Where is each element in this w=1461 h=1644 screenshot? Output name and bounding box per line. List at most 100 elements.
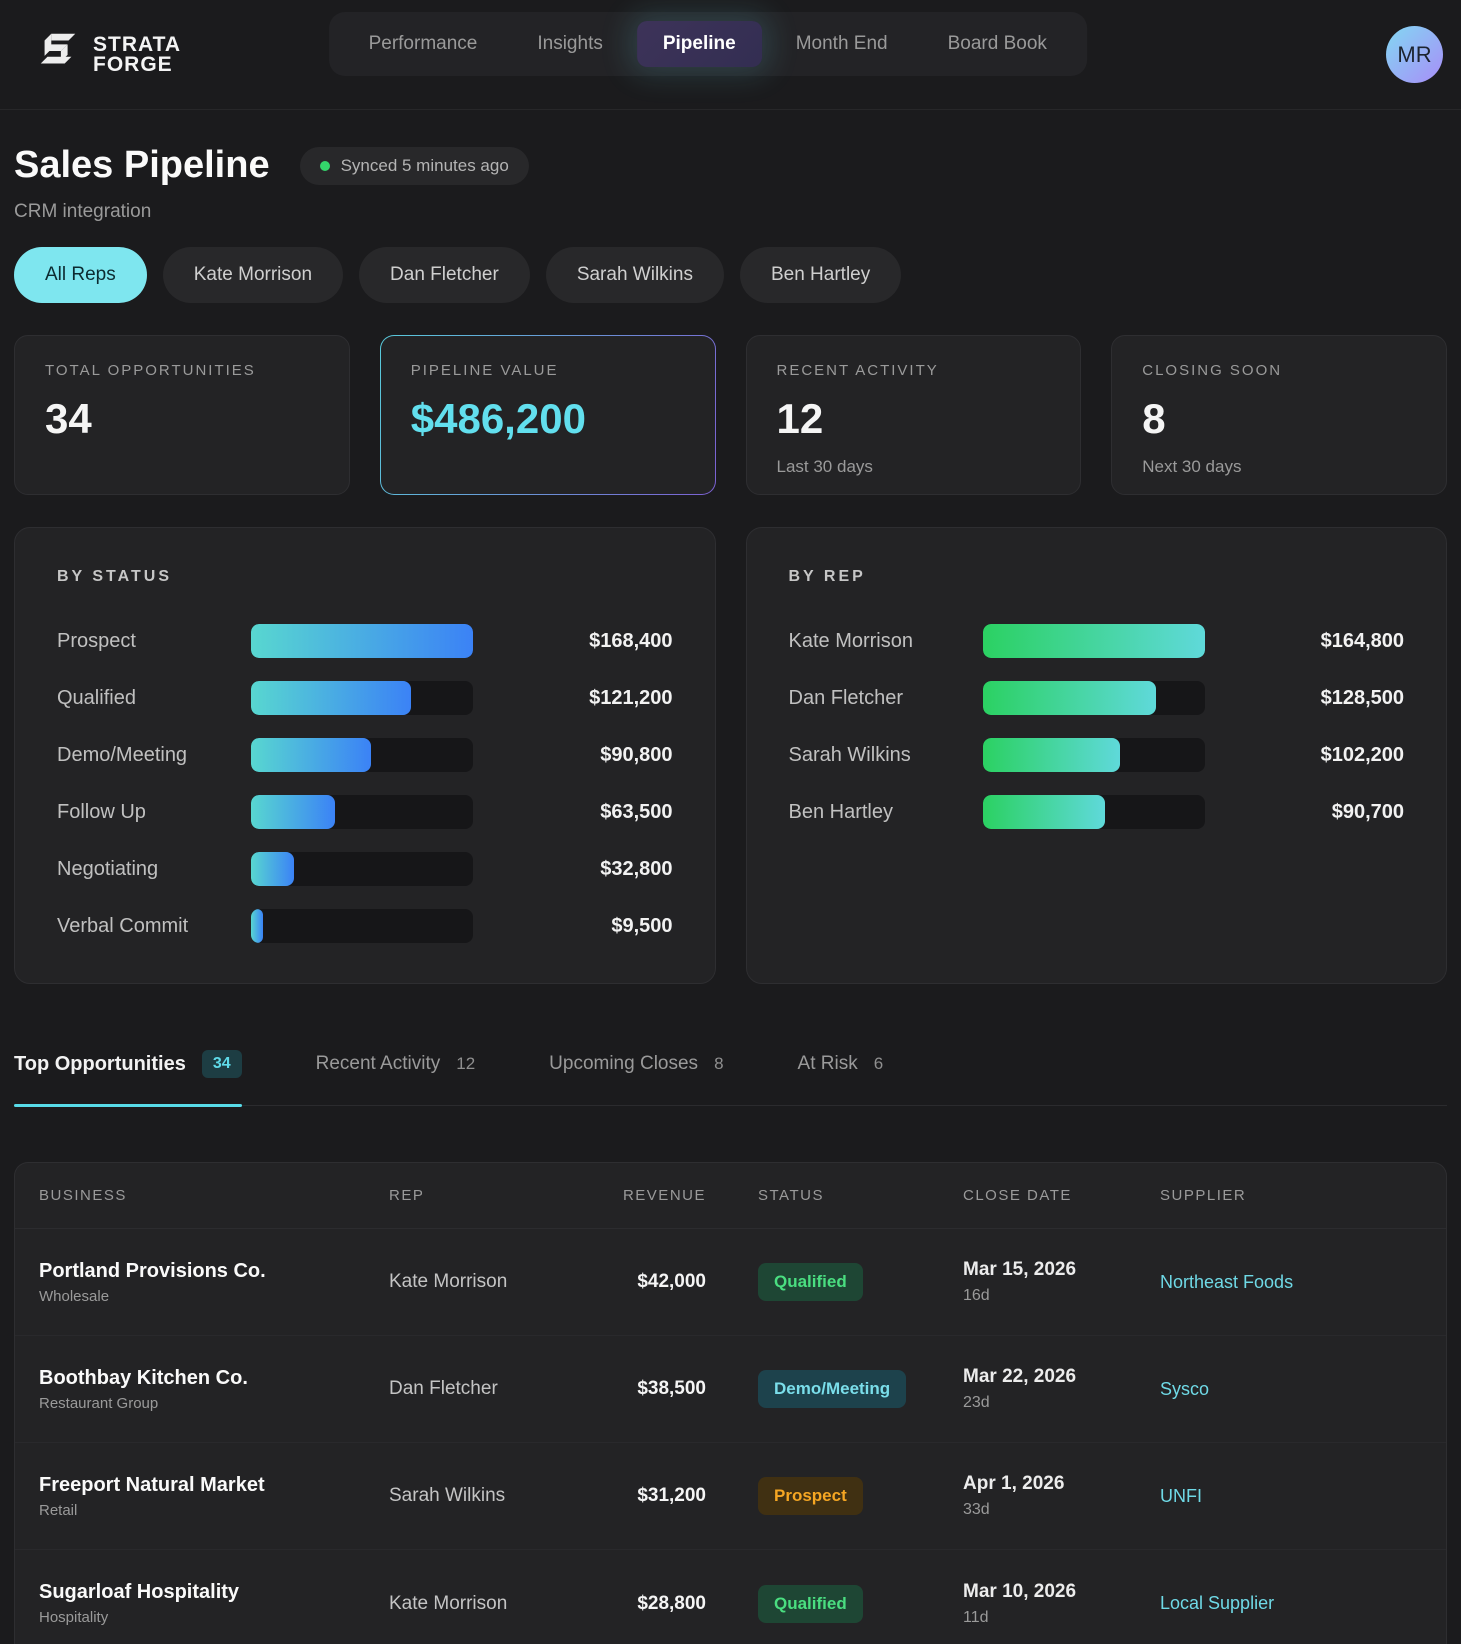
status-badge: Qualified (758, 1584, 863, 1623)
status-row-follow-up: Follow Up $63,500 (57, 795, 673, 829)
rep-label: Sarah Wilkins (788, 743, 911, 766)
business-name: Sugarloaf Hospitality (39, 1581, 240, 1603)
filter-chip-dan-fletcher[interactable]: Dan Fletcher (359, 247, 530, 303)
page-subtitle: CRM integration (14, 201, 152, 222)
days-remaining: 11d (963, 1608, 989, 1626)
nav-tab-performance[interactable]: Performance (343, 21, 504, 67)
rep-filter-group: All Reps Kate Morrison Dan Fletcher Sara… (14, 247, 1447, 303)
stat-sublabel: Next 30 days (1142, 457, 1242, 476)
rep-name: Dan Fletcher (389, 1378, 498, 1399)
rep-row-sarah-wilkins: Sarah Wilkins $102,200 (788, 738, 1404, 772)
rep-name: Sarah Wilkins (389, 1485, 506, 1506)
table-row-boothbay-kitchen[interactable]: Boothbay Kitchen Co. Restaurant Group Da… (15, 1336, 1446, 1443)
filter-chip-kate-morrison[interactable]: Kate Morrison (162, 247, 344, 303)
status-bar-track (251, 681, 473, 715)
revenue-value: $42,000 (637, 1271, 706, 1292)
status-bar (251, 624, 473, 658)
tab-label: Upcoming Closes (549, 1053, 699, 1074)
revenue-value: $31,200 (637, 1485, 706, 1506)
business-category: Restaurant Group (39, 1394, 159, 1412)
status-bar (251, 738, 371, 772)
status-row-qualified: Qualified $121,200 (57, 681, 673, 715)
user-avatar[interactable]: MR (1386, 26, 1443, 83)
supplier-link[interactable]: Sysco (1160, 1379, 1209, 1400)
tab-label: At Risk (797, 1053, 858, 1074)
rep-value: $90,700 (1331, 800, 1404, 823)
status-label: Prospect (57, 629, 136, 652)
tab-count: 6 (873, 1054, 884, 1073)
status-badge: Demo/Meeting (758, 1370, 907, 1408)
rep-label: Kate Morrison (788, 629, 914, 652)
status-label: Qualified (57, 686, 136, 709)
status-value: $9,500 (611, 914, 673, 937)
table-header-row: BUSINESS REP REVENUE STATUS CLOSE DATE S… (15, 1163, 1446, 1229)
tab-count-badge: 34 (201, 1050, 242, 1078)
filter-chip-sarah-wilkins[interactable]: Sarah Wilkins (545, 247, 724, 303)
rep-label: Ben Hartley (788, 800, 894, 823)
by-status-panel: BY STATUS Prospect $168,400 Qualified $1… (14, 527, 716, 984)
tab-top-opportunities[interactable]: Top Opportunities 34 (14, 1032, 242, 1107)
rep-bar-track (982, 738, 1205, 772)
column-header-supplier: SUPPLIER (1160, 1187, 1247, 1204)
business-category: Retail (39, 1501, 78, 1519)
days-remaining: 16d (963, 1287, 990, 1304)
table-row-sugarloaf-hospitality[interactable]: Sugarloaf Hospitality Hospitality Kate M… (15, 1550, 1446, 1644)
revenue-value: $38,500 (637, 1378, 706, 1399)
tab-at-risk[interactable]: At Risk 6 (798, 1032, 884, 1105)
tab-upcoming-closes[interactable]: Upcoming Closes 8 (549, 1032, 723, 1105)
tab-label: Top Opportunities (14, 1052, 186, 1075)
rep-bar-track (982, 795, 1205, 829)
rep-bar (982, 624, 1205, 658)
table-row-portland-provisions[interactable]: Portland Provisions Co. Wholesale Kate M… (15, 1229, 1446, 1336)
nav-tab-month-end[interactable]: Month End (770, 21, 914, 67)
business-category: Wholesale (39, 1287, 110, 1305)
days-remaining: 23d (963, 1394, 990, 1411)
days-remaining: 33d (963, 1501, 990, 1518)
rep-label: Dan Fletcher (788, 686, 904, 709)
rep-row-dan-fletcher: Dan Fletcher $128,500 (788, 681, 1404, 715)
status-row-prospect: Prospect $168,400 (57, 624, 673, 658)
supplier-link[interactable]: UNFI (1160, 1486, 1202, 1507)
status-label: Negotiating (57, 857, 159, 880)
business-name: Boothbay Kitchen Co. (39, 1366, 248, 1389)
business-name: Freeport Natural Market (39, 1473, 265, 1496)
tab-recent-activity[interactable]: Recent Activity 12 (316, 1032, 476, 1105)
close-date: Apr 1, 2026 (963, 1473, 1065, 1494)
status-bar-track (251, 795, 473, 829)
supplier-link[interactable]: Local Supplier (1160, 1593, 1274, 1614)
stat-label: PIPELINE VALUE (410, 362, 559, 379)
column-header-revenue: REVENUE (622, 1187, 706, 1204)
filter-chip-all-reps[interactable]: All Reps (14, 247, 147, 303)
revenue-value: $28,800 (637, 1592, 706, 1614)
rep-value: $102,200 (1320, 743, 1404, 766)
nav-tab-pipeline[interactable]: Pipeline (636, 21, 762, 67)
strataforge-logo-icon (35, 29, 81, 80)
status-bar (251, 681, 411, 715)
rep-row-ben-hartley: Ben Hartley $90,700 (788, 795, 1404, 829)
sync-status-badge: Synced 5 minutes ago (299, 146, 529, 185)
main-nav: Performance Insights Pipeline Month End … (328, 12, 1087, 76)
status-bar-track (251, 852, 473, 886)
supplier-link[interactable]: Northeast Foods (1160, 1272, 1293, 1293)
status-value: $168,400 (589, 629, 673, 652)
stats-row: TOTAL OPPORTUNITIES 34 PIPELINE VALUE $4… (14, 335, 1447, 495)
stat-card-total-opportunities: TOTAL OPPORTUNITIES 34 (14, 335, 350, 495)
status-row-negotiating: Negotiating $32,800 (57, 852, 673, 886)
tab-count: 12 (456, 1054, 476, 1073)
column-header-rep: REP (389, 1187, 425, 1204)
status-row-verbal-commit: Verbal Commit $9,500 (57, 909, 673, 943)
rep-name: Kate Morrison (389, 1271, 508, 1292)
nav-tab-board-book[interactable]: Board Book (922, 21, 1073, 67)
tab-count: 8 (714, 1054, 724, 1073)
stat-card-closing-soon: CLOSING SOON 8 Next 30 days (1111, 335, 1447, 495)
nav-tab-insights[interactable]: Insights (511, 21, 628, 67)
opportunity-tabs: Top Opportunities 34 Recent Activity 12 … (14, 1032, 1447, 1107)
status-badge: Qualified (758, 1263, 863, 1301)
status-value: $90,800 (600, 743, 673, 766)
table-row-freeport-natural-market[interactable]: Freeport Natural Market Retail Sarah Wil… (15, 1443, 1446, 1550)
filter-chip-ben-hartley[interactable]: Ben Hartley (739, 247, 902, 303)
rep-bar (982, 795, 1105, 829)
rep-bar (982, 681, 1156, 715)
status-value: $121,200 (589, 686, 673, 709)
by-status-title: BY STATUS (57, 568, 173, 585)
